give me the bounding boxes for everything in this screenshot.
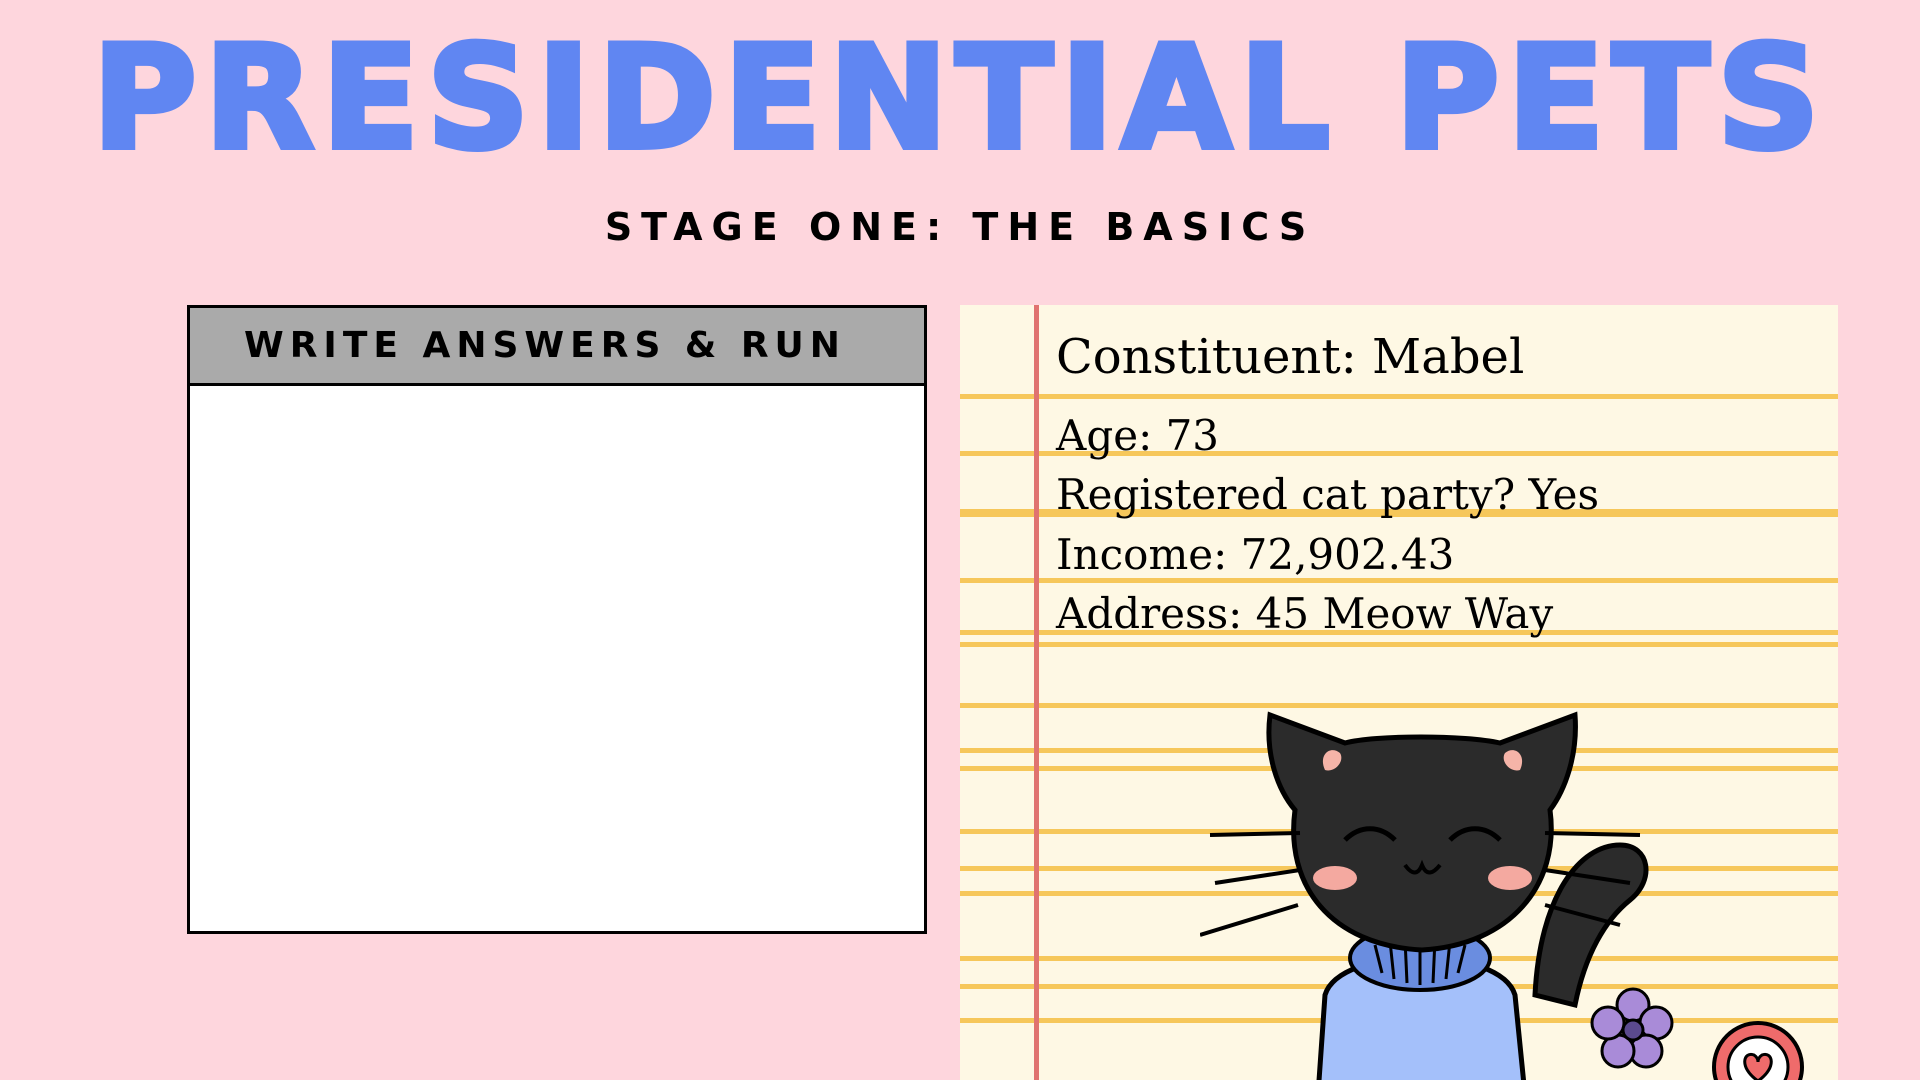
constituent-address: Address: 45 Meow Way <box>1056 589 1554 638</box>
flower-icon <box>1588 985 1678 1075</box>
page-subtitle: STAGE ONE: THE BASICS <box>604 205 1316 249</box>
page-title: PRESIDENTIAL PETS <box>90 16 1828 181</box>
heart-badge-icon <box>1708 1017 1808 1080</box>
constituent-party: Registered cat party? Yes <box>1056 470 1600 519</box>
constituent-name: Constituent: Mabel <box>1056 329 1525 385</box>
answer-input[interactable] <box>190 386 924 931</box>
constituent-income: Income: 72,902.43 <box>1056 530 1455 579</box>
constituent-notepad: Constituent: Mabel Age: 73 Registered ca… <box>960 305 1838 1080</box>
answer-panel: WRITE ANSWERS & RUN <box>187 305 927 934</box>
constituent-age: Age: 73 <box>1056 411 1220 460</box>
answer-panel-header: WRITE ANSWERS & RUN <box>190 308 924 386</box>
notepad-margin-line <box>1034 305 1039 1080</box>
